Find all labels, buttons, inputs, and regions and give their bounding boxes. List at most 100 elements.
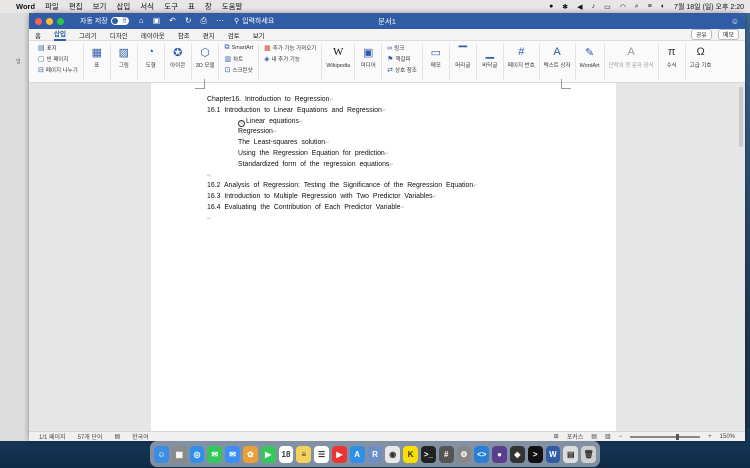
document-line[interactable]: Regression↵ (207, 127, 477, 138)
proofing-icon[interactable]: ▤ (114, 433, 120, 440)
web-layout-icon[interactable]: ▥ (605, 433, 611, 440)
page-count[interactable]: 1/1 페이지 (39, 432, 66, 441)
media-button[interactable]: ▣ 미디어 (355, 44, 383, 80)
dock-calendar-icon[interactable]: 18 (278, 445, 294, 463)
dock-youtube-icon[interactable]: ▶ (332, 445, 347, 463)
print-icon[interactable]: ⎙ (201, 16, 207, 26)
document-body[interactable]: Chapter16. Introduction to Regression↵ 16… (207, 95, 477, 225)
siri-icon[interactable]: ◐ (661, 3, 665, 10)
pictures-button[interactable]: ▨ 그림 (111, 44, 138, 80)
dock-photos-icon[interactable]: ✿ (243, 445, 258, 463)
dock-mail-icon[interactable]: ✉ (225, 445, 241, 463)
page-break-button[interactable]: ⊟ 페이지 나누기 (38, 66, 78, 74)
dock-calculator-icon[interactable]: # (438, 445, 454, 463)
comments-button[interactable]: 메모 (717, 29, 739, 40)
dock-trash-icon[interactable]: 🗑 (581, 445, 596, 463)
zoom-out-icon[interactable]: − (619, 434, 623, 440)
tab-insert[interactable]: 삽입 (53, 28, 66, 41)
dock-reminders-icon[interactable]: ☰ (314, 445, 329, 463)
document-line[interactable]: The Least-squares solution↵ (207, 138, 477, 149)
menubar-clock[interactable]: 7월 18일 (일) 오후 2:20 (674, 2, 744, 12)
dock-messages-icon[interactable]: ✉ (207, 445, 223, 463)
control-center-icon[interactable]: ≡ (648, 3, 652, 10)
wordart-button[interactable]: ✎ WordArt (576, 44, 605, 80)
document-line[interactable]: 16.1 Introduction to Linear Equations an… (207, 106, 477, 117)
comment-button[interactable]: ▭ 메모 (423, 44, 450, 80)
share-button[interactable]: 공유 (690, 29, 712, 40)
battery-icon[interactable]: ▭ (604, 3, 611, 11)
menu-table[interactable]: 표 (188, 1, 195, 12)
document-line[interactable]: Standardized form of the regression equa… (207, 160, 477, 171)
tab-design[interactable]: 디자인 (110, 30, 128, 40)
zoom-in-icon[interactable]: + (708, 434, 712, 440)
app-menu-word[interactable]: Word (16, 2, 35, 11)
dock-kakaotalk-icon[interactable]: K (403, 445, 418, 463)
page-number-button[interactable]: # 페이지 번호 (504, 44, 540, 80)
link-button[interactable]: ∞ 링크 (387, 44, 417, 53)
smartart-button[interactable]: ⧉ SmartArt (224, 44, 253, 52)
drop-cap-button[interactable]: A 단락의 첫 문자 장식 (605, 44, 659, 80)
home-icon[interactable]: ⌂ (139, 16, 144, 26)
my-addins-button[interactable]: ◈ 내 추가 기능 (264, 55, 316, 63)
text-box-button[interactable]: A 텍스트 상자 (540, 44, 576, 80)
focus-icon[interactable]: ⊞ (554, 433, 559, 440)
tab-draw[interactable]: 그리기 (79, 30, 97, 40)
tab-mailings[interactable]: 편지 (203, 30, 215, 40)
dock-safari-icon[interactable]: ◎ (189, 445, 205, 463)
dock-notes-icon[interactable]: ≡ (296, 445, 312, 463)
dock-settings-icon[interactable]: ⚙ (456, 445, 472, 463)
equation-button[interactable]: π 수식 (659, 44, 686, 80)
menu-view[interactable]: 보기 (93, 1, 107, 12)
dock-finder-icon[interactable]: ☺ (154, 445, 169, 463)
dock-unity-icon[interactable]: ◆ (509, 445, 525, 463)
language-status[interactable]: 한국어 (132, 432, 149, 441)
screenshot-button[interactable]: ⊡ 스크린샷 (224, 66, 253, 74)
document-line[interactable]: ↵ (207, 171, 477, 182)
bluetooth-icon[interactable]: ✱ (562, 3, 568, 11)
menu-edit[interactable]: 편집 (69, 1, 83, 12)
document-line[interactable]: Using the Regression Equation for predic… (207, 149, 477, 160)
footer-button[interactable]: ▁ 바닥글 (477, 44, 504, 80)
undo-icon[interactable]: ↶ (169, 16, 176, 26)
menu-insert[interactable]: 삽입 (116, 1, 130, 12)
get-addins-button[interactable]: ▦ 추가 기능 가져오기 (264, 44, 316, 52)
wifi-icon[interactable]: ◠ (620, 3, 626, 11)
tell-me-search[interactable]: ⚲ 입력하세요 (234, 16, 274, 26)
word-count[interactable]: 57개 단어 (78, 432, 103, 441)
save-icon[interactable]: ▣ (153, 16, 161, 26)
menu-window[interactable]: 창 (205, 1, 212, 12)
menu-tools[interactable]: 도구 (164, 1, 178, 12)
document-line[interactable]: 16.2 Analysis of Regression: Testing the… (207, 181, 477, 192)
more-icon[interactable]: ⋯ (216, 16, 224, 26)
dock-facetime-icon[interactable]: ▶ (260, 445, 276, 463)
dock-word-icon[interactable]: W (545, 445, 561, 463)
cross-reference-button[interactable]: ⇄ 상호 참조 (387, 66, 417, 74)
bookmark-button[interactable]: ⚑ 책갈피 (387, 55, 417, 63)
close-window-button[interactable] (35, 17, 42, 25)
blank-page-button[interactable]: ▢ 빈 페이지 (38, 55, 78, 63)
wikipedia-button[interactable]: W Wikipedia (322, 44, 356, 80)
vertical-scrollbar[interactable] (739, 87, 743, 147)
print-layout-icon[interactable]: ▤ (591, 433, 597, 440)
zoom-level[interactable]: 150% (720, 434, 735, 440)
document-line[interactable]: Chapter16. Introduction to Regression↵ (207, 95, 477, 106)
icons-button[interactable]: ✪ 아이콘 (165, 44, 192, 80)
chart-button[interactable]: ▥ 차트 (224, 55, 253, 63)
menu-format[interactable]: 서식 (140, 1, 154, 12)
document-line[interactable]: ○ Linear equations↵ (207, 117, 477, 128)
tab-references[interactable]: 참조 (178, 30, 190, 40)
dock-terminal-icon[interactable]: >_ (420, 445, 436, 463)
focus-label[interactable]: 포커스 (567, 432, 584, 441)
dock-vscode-icon[interactable]: <> (474, 445, 490, 463)
dock-github-icon[interactable]: ● (492, 445, 507, 463)
tab-home[interactable]: 홈 (35, 30, 41, 40)
dock-chrome-icon[interactable]: ◉ (385, 445, 401, 463)
3d-models-button[interactable]: ⬡ 3D 모델 (192, 44, 220, 80)
account-icon[interactable]: ☺ (731, 17, 739, 26)
header-button[interactable]: ▔ 머리글 (450, 44, 477, 80)
document-line[interactable]: 16.3 Introduction to Multiple Regression… (207, 192, 477, 203)
redo-icon[interactable]: ↻ (185, 16, 192, 26)
volume-icon[interactable]: ◀ (577, 3, 582, 11)
document-line[interactable]: 16.4 Evaluating the Contribution of Each… (207, 203, 477, 214)
table-button[interactable]: ▦ 표 (84, 44, 111, 80)
